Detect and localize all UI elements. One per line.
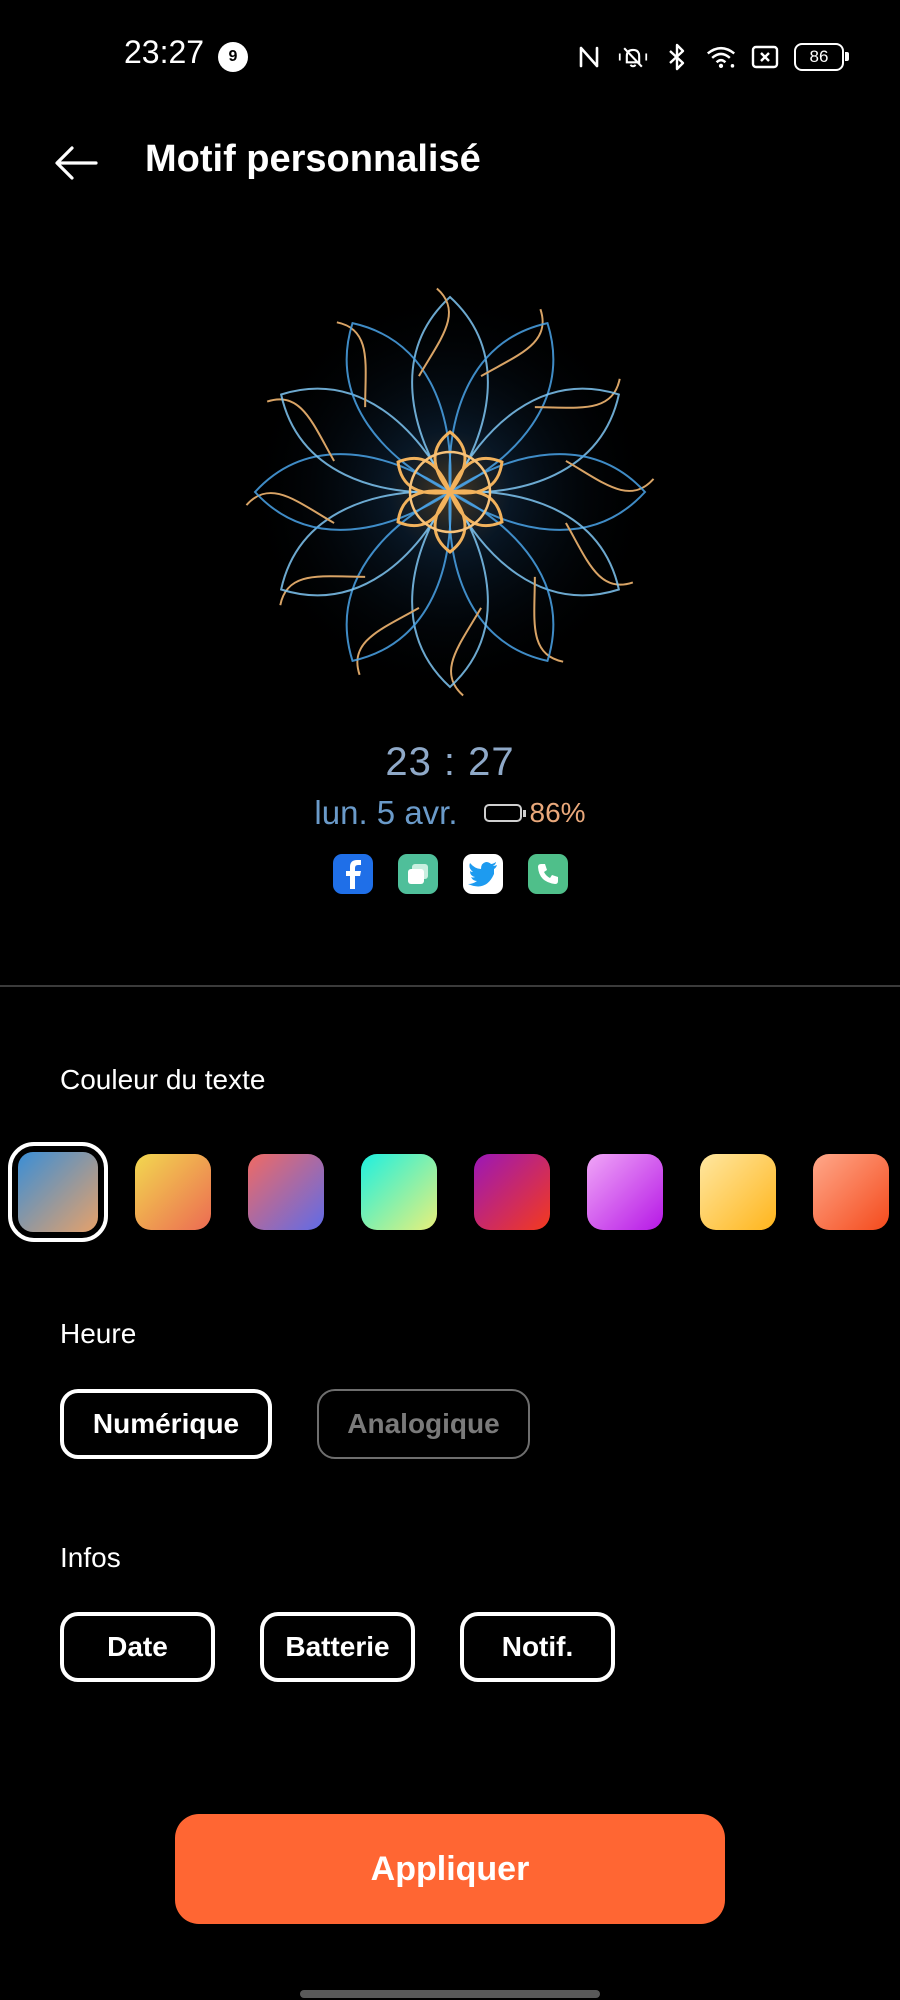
page-title: Motif personnalisé: [145, 138, 481, 180]
phone-icon: [527, 854, 568, 894]
status-icons: 86: [574, 40, 849, 74]
color-swatch-6[interactable]: [587, 1154, 663, 1230]
preview-clock: 23 : 27: [385, 740, 515, 784]
preview-battery-icon: [483, 804, 526, 822]
color-swatch-4[interactable]: [361, 1154, 437, 1230]
color-swatch-7[interactable]: [700, 1154, 776, 1230]
sim-off-icon: [750, 42, 780, 72]
color-swatch-2[interactable]: [135, 1154, 211, 1230]
color-swatch-fill: [18, 1152, 98, 1232]
section-divider: [0, 985, 900, 987]
preview-battery: 86%: [483, 797, 586, 829]
color-swatch-5[interactable]: [474, 1154, 550, 1230]
time-style-label: Heure: [60, 1318, 137, 1349]
bluetooth-icon: [662, 42, 692, 72]
info-label: Infos: [60, 1542, 121, 1573]
preview-date: lun. 5 avr.: [314, 794, 458, 831]
color-swatch-3[interactable]: [248, 1154, 324, 1230]
preview-info-row: lun. 5 avr. 86%: [0, 794, 900, 832]
info-option-date[interactable]: Date: [60, 1612, 215, 1682]
screen-mirror-icon: [397, 854, 438, 894]
back-arrow-icon: [55, 146, 98, 180]
info-option-notifications[interactable]: Notif.: [460, 1612, 615, 1682]
wifi-icon: [706, 42, 736, 72]
facebook-icon: [332, 854, 373, 894]
color-swatch-row: [8, 1142, 900, 1242]
preview-battery-label: 86%: [529, 797, 586, 828]
pattern-preview-image: [245, 287, 655, 697]
color-swatch-8[interactable]: [813, 1154, 889, 1230]
notification-count-badge: 9: [218, 42, 248, 72]
back-button[interactable]: [52, 138, 102, 188]
apply-button[interactable]: Appliquer: [175, 1814, 725, 1924]
twitter-icon: [462, 854, 503, 894]
home-indicator[interactable]: [300, 1990, 600, 1998]
battery-icon: 86: [794, 43, 849, 71]
info-option-battery[interactable]: Batterie: [260, 1612, 415, 1682]
time-option-analog[interactable]: Analogique: [317, 1389, 530, 1459]
color-swatch-1[interactable]: [8, 1142, 108, 1242]
nfc-icon: [574, 42, 604, 72]
silent-bell-icon: [618, 42, 648, 72]
status-time: 23:27: [124, 34, 205, 70]
time-option-numeric[interactable]: Numérique: [60, 1389, 272, 1459]
text-color-label: Couleur du texte: [60, 1064, 266, 1095]
preview-notification-icons: [0, 854, 900, 894]
